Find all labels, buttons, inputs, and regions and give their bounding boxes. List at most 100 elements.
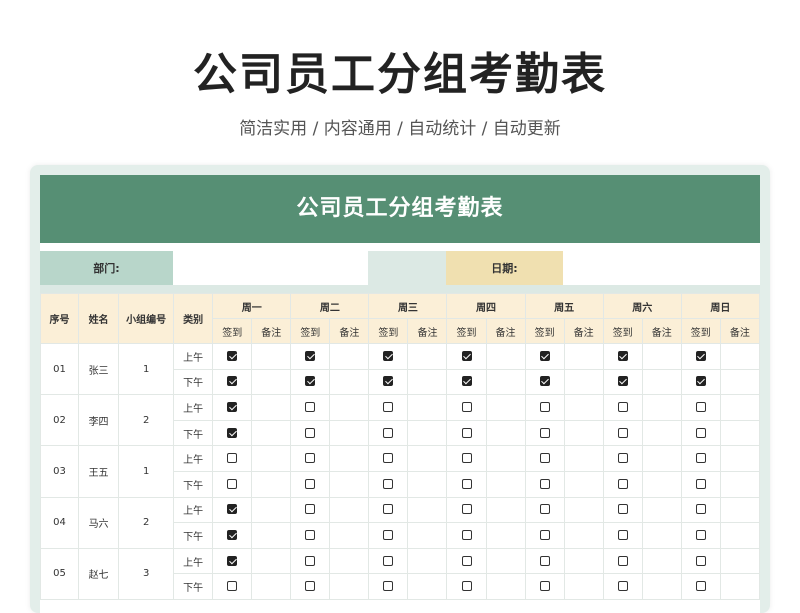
note-cell[interactable] — [719, 496, 760, 524]
unchecked-checkbox[interactable] — [539, 401, 550, 412]
note-cell[interactable] — [563, 522, 604, 549]
note-cell[interactable] — [485, 573, 526, 600]
note-cell[interactable] — [329, 547, 370, 575]
unchecked-checkbox[interactable] — [617, 555, 628, 566]
unchecked-checkbox[interactable] — [305, 478, 316, 489]
checked-checkbox[interactable] — [227, 427, 238, 438]
note-cell[interactable] — [329, 419, 370, 447]
note-cell[interactable] — [251, 496, 292, 524]
note-cell[interactable] — [407, 522, 448, 549]
note-cell[interactable] — [251, 522, 292, 549]
note-cell[interactable] — [251, 368, 292, 396]
unchecked-checkbox[interactable] — [617, 427, 628, 438]
unchecked-checkbox[interactable] — [461, 401, 472, 412]
note-cell[interactable] — [485, 496, 526, 524]
note-cell[interactable] — [719, 573, 760, 600]
note-cell[interactable] — [563, 496, 604, 524]
note-cell[interactable] — [719, 419, 760, 447]
unchecked-checkbox[interactable] — [617, 581, 628, 592]
checked-checkbox[interactable] — [227, 555, 238, 566]
note-cell[interactable] — [407, 547, 448, 575]
note-cell[interactable] — [641, 394, 682, 421]
unchecked-checkbox[interactable] — [617, 401, 628, 412]
unchecked-checkbox[interactable] — [461, 504, 472, 515]
unchecked-checkbox[interactable] — [383, 504, 394, 515]
unchecked-checkbox[interactable] — [539, 555, 550, 566]
note-cell[interactable] — [563, 368, 604, 396]
checked-checkbox[interactable] — [305, 376, 316, 387]
unchecked-checkbox[interactable] — [383, 555, 394, 566]
unchecked-checkbox[interactable] — [461, 427, 472, 438]
checked-checkbox[interactable] — [695, 350, 706, 361]
note-cell[interactable] — [251, 573, 292, 600]
note-cell[interactable] — [329, 445, 370, 472]
note-cell[interactable] — [641, 547, 682, 575]
unchecked-checkbox[interactable] — [695, 478, 706, 489]
note-cell[interactable] — [329, 368, 370, 396]
note-cell[interactable] — [407, 394, 448, 421]
unchecked-checkbox[interactable] — [227, 453, 238, 464]
note-cell[interactable] — [719, 394, 760, 421]
checked-checkbox[interactable] — [227, 401, 238, 412]
note-cell[interactable] — [563, 343, 604, 370]
unchecked-checkbox[interactable] — [695, 427, 706, 438]
note-cell[interactable] — [329, 394, 370, 421]
unchecked-checkbox[interactable] — [539, 504, 550, 515]
checked-checkbox[interactable] — [227, 529, 238, 540]
note-cell[interactable] — [485, 419, 526, 447]
unchecked-checkbox[interactable] — [383, 401, 394, 412]
unchecked-checkbox[interactable] — [539, 478, 550, 489]
checked-checkbox[interactable] — [617, 376, 628, 387]
unchecked-checkbox[interactable] — [617, 529, 628, 540]
checked-checkbox[interactable] — [539, 350, 550, 361]
dept-field[interactable] — [173, 251, 368, 285]
note-cell[interactable] — [329, 496, 370, 524]
note-cell[interactable] — [251, 394, 292, 421]
unchecked-checkbox[interactable] — [539, 453, 550, 464]
checked-checkbox[interactable] — [227, 350, 238, 361]
note-cell[interactable] — [329, 343, 370, 370]
unchecked-checkbox[interactable] — [695, 529, 706, 540]
note-cell[interactable] — [719, 470, 760, 498]
unchecked-checkbox[interactable] — [617, 478, 628, 489]
note-cell[interactable] — [329, 573, 370, 600]
note-cell[interactable] — [641, 445, 682, 472]
checked-checkbox[interactable] — [617, 350, 628, 361]
note-cell[interactable] — [719, 445, 760, 472]
date-field[interactable] — [563, 251, 760, 285]
unchecked-checkbox[interactable] — [383, 581, 394, 592]
note-cell[interactable] — [485, 445, 526, 472]
note-cell[interactable] — [407, 496, 448, 524]
note-cell[interactable] — [563, 394, 604, 421]
unchecked-checkbox[interactable] — [383, 427, 394, 438]
unchecked-checkbox[interactable] — [539, 581, 550, 592]
note-cell[interactable] — [719, 343, 760, 370]
note-cell[interactable] — [407, 343, 448, 370]
unchecked-checkbox[interactable] — [539, 427, 550, 438]
note-cell[interactable] — [719, 368, 760, 396]
unchecked-checkbox[interactable] — [461, 555, 472, 566]
checked-checkbox[interactable] — [383, 350, 394, 361]
checked-checkbox[interactable] — [461, 350, 472, 361]
note-cell[interactable] — [641, 470, 682, 498]
unchecked-checkbox[interactable] — [461, 529, 472, 540]
unchecked-checkbox[interactable] — [617, 453, 628, 464]
note-cell[interactable] — [563, 470, 604, 498]
note-cell[interactable] — [407, 470, 448, 498]
note-cell[interactable] — [407, 368, 448, 396]
unchecked-checkbox[interactable] — [305, 453, 316, 464]
checked-checkbox[interactable] — [305, 350, 316, 361]
unchecked-checkbox[interactable] — [695, 581, 706, 592]
unchecked-checkbox[interactable] — [695, 453, 706, 464]
note-cell[interactable] — [485, 470, 526, 498]
note-cell[interactable] — [641, 573, 682, 600]
checked-checkbox[interactable] — [227, 504, 238, 515]
checked-checkbox[interactable] — [461, 376, 472, 387]
note-cell[interactable] — [641, 522, 682, 549]
note-cell[interactable] — [251, 470, 292, 498]
checked-checkbox[interactable] — [695, 376, 706, 387]
note-cell[interactable] — [563, 445, 604, 472]
unchecked-checkbox[interactable] — [305, 581, 316, 592]
note-cell[interactable] — [641, 368, 682, 396]
note-cell[interactable] — [251, 419, 292, 447]
